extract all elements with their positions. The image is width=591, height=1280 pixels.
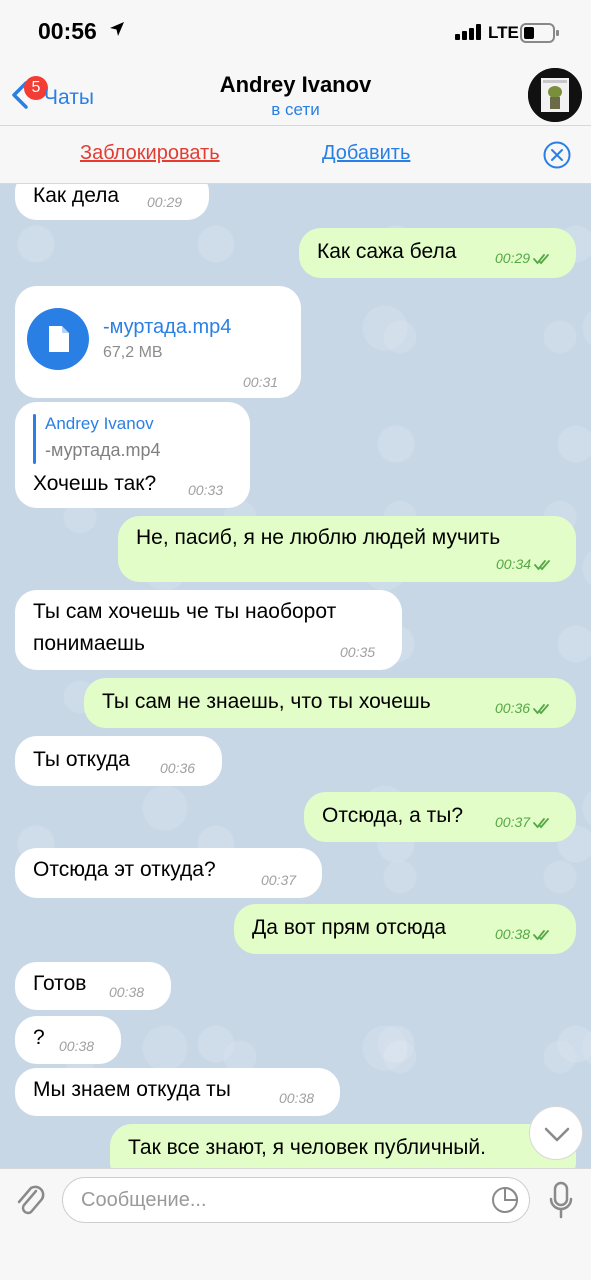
message-time: 00:31 <box>243 374 279 390</box>
message-incoming[interactable]: Ты откуда 00:36 <box>15 736 222 786</box>
contact-action-bar: Заблокировать Добавить <box>0 126 591 184</box>
network-type: LTE <box>488 23 519 42</box>
message-time: 00:37 <box>495 814 551 830</box>
message-time: 00:38 <box>59 1038 95 1054</box>
message-time: 00:35 <box>340 644 376 660</box>
message-time: 00:38 <box>495 926 551 942</box>
message-text: Не, пасиб, я не люблю людей мучить <box>136 526 501 549</box>
message-time: 00:36 <box>160 760 196 776</box>
message-time: 00:33 <box>188 482 224 498</box>
message-outgoing[interactable]: Так все знают, я человек публичный. <box>110 1124 576 1168</box>
message-text-line1: Ты сам хочешь че ты наоборот <box>33 600 337 623</box>
message-text: Ты сам не знаешь, что ты хочешь <box>102 690 431 713</box>
close-icon[interactable] <box>542 140 572 170</box>
avatar-image-icon <box>528 68 582 122</box>
message-text: Отсюда эт откуда? <box>33 858 216 881</box>
file-download-button[interactable] <box>27 308 89 370</box>
microphone-icon[interactable] <box>548 1181 574 1221</box>
status-bar: 00:56 LTE <box>0 0 591 62</box>
message-time: 00:29 <box>495 250 551 266</box>
message-incoming[interactable]: Ты сам хочешь че ты наоборот понимаешь 0… <box>15 590 402 670</box>
message-time: 00:37 <box>261 872 297 888</box>
message-file[interactable]: -муртада.mp4 67,2 MB 00:31 <box>15 286 301 398</box>
message-input[interactable] <box>62 1177 530 1223</box>
location-arrow-icon <box>110 22 124 36</box>
message-outgoing[interactable]: Да вот прям отсюда 00:38 <box>234 904 576 954</box>
contact-name[interactable]: Andrey Ivanov <box>0 72 591 98</box>
reply-author[interactable]: Andrey Ivanov <box>45 414 154 434</box>
message-time: 00:34 <box>496 556 552 572</box>
message-incoming[interactable]: Мы знаем откуда ты 00:38 <box>15 1068 340 1116</box>
message-text: Ты откуда <box>33 748 130 771</box>
message-outgoing[interactable]: Как сажа бела 00:29 <box>299 228 576 278</box>
message-text: Как сажа бела <box>317 240 457 263</box>
message-list[interactable]: Как дела 00:29 Как сажа бела 00:29 -мурт… <box>0 184 591 1168</box>
double-check-icon <box>534 560 550 571</box>
message-outgoing[interactable]: Ты сам не знаешь, что ты хочешь 00:36 <box>84 678 576 728</box>
battery-icon <box>520 23 559 43</box>
message-time: 00:38 <box>109 984 145 1000</box>
message-incoming[interactable]: Отсюда эт откуда? 00:37 <box>15 848 322 898</box>
double-check-icon <box>533 704 549 715</box>
add-contact-button[interactable]: Добавить <box>322 142 410 165</box>
scroll-to-bottom-button[interactable] <box>529 1106 583 1160</box>
message-text: ? <box>33 1026 45 1049</box>
message-outgoing[interactable]: Не, пасиб, я не люблю людей мучить 00:34 <box>118 516 576 582</box>
chat-header: 5 Чаты Andrey Ivanov в сети <box>0 62 591 126</box>
message-text: Хочешь так? <box>33 472 157 495</box>
message-incoming[interactable]: Готов 00:38 <box>15 962 171 1010</box>
chevron-down-icon <box>544 1127 570 1142</box>
message-reply[interactable]: Andrey Ivanov -муртада.mp4 Хочешь так? 0… <box>15 402 250 508</box>
double-check-icon <box>533 254 549 265</box>
sticker-icon[interactable] <box>490 1185 520 1215</box>
message-text: Мы знаем откуда ты <box>33 1078 231 1101</box>
message-text: Отсюда, а ты? <box>322 804 464 827</box>
message-text: Так все знают, я человек публичный. <box>128 1136 486 1159</box>
message-text-line2: понимаешь <box>33 632 145 655</box>
message-incoming[interactable]: ? 00:38 <box>15 1016 121 1064</box>
paperclip-icon[interactable] <box>12 1181 48 1221</box>
signal-icon <box>455 24 481 40</box>
message-incoming[interactable]: Как дела 00:29 <box>15 184 209 220</box>
reply-preview[interactable]: -муртада.mp4 <box>45 440 161 461</box>
message-text: Как дела <box>33 184 120 207</box>
message-time: 00:36 <box>495 700 551 716</box>
message-text: Да вот прям отсюда <box>252 916 447 939</box>
reply-indicator <box>33 414 36 464</box>
block-button[interactable]: Заблокировать <box>80 142 220 165</box>
double-check-icon <box>533 930 549 941</box>
file-size: 67,2 MB <box>103 344 163 361</box>
avatar[interactable] <box>528 68 582 122</box>
contact-status: в сети <box>271 100 320 119</box>
message-time: 00:29 <box>147 194 183 210</box>
message-composer <box>0 1168 591 1280</box>
message-time: 00:38 <box>279 1090 315 1106</box>
message-text: Готов <box>33 972 87 995</box>
double-check-icon <box>533 818 549 829</box>
file-name[interactable]: -муртада.mp4 <box>103 316 231 339</box>
document-icon <box>49 326 69 352</box>
status-time: 00:56 <box>38 18 97 44</box>
message-outgoing[interactable]: Отсюда, а ты? 00:37 <box>304 792 576 842</box>
